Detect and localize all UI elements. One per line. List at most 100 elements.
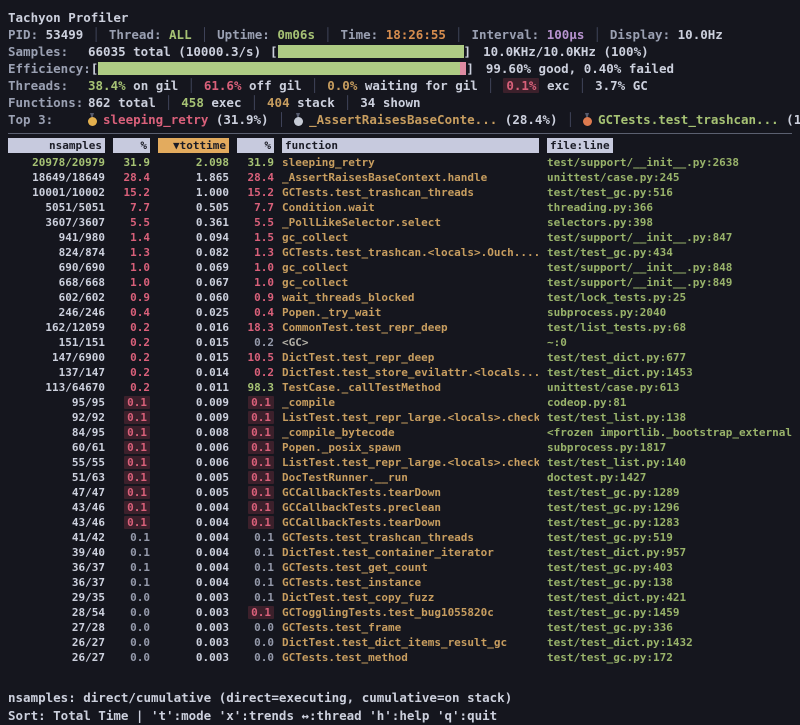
table-row[interactable]: 113/646700.20.01198.3TestCase._callTestM… <box>8 380 792 395</box>
table-row[interactable]: 5051/50517.70.5057.7Condition.waitthread… <box>8 200 792 215</box>
table-row[interactable]: 92/920.10.0090.1ListTest.test_repr_large… <box>8 410 792 425</box>
file-line-cell: test/test_gc.py:434 <box>547 245 792 260</box>
cumulative-pct-cell: 0.1 <box>237 410 274 425</box>
table-row[interactable]: 47/470.10.0050.1GCCallbackTests.tearDown… <box>8 485 792 500</box>
thread-stat: 0.1% exc <box>503 78 569 93</box>
column-header-function[interactable]: function <box>282 138 539 153</box>
cumulative-pct-cell: 0.0 <box>237 635 274 650</box>
nsamples-cell: 26/27 <box>8 635 105 650</box>
tottime-cell: 0.004 <box>158 545 229 560</box>
separator: │ <box>344 95 352 110</box>
direct-pct-cell: 0.9 <box>113 290 150 305</box>
table-row[interactable]: 27/280.00.0030.0GCTests.test_frametest/t… <box>8 620 792 635</box>
file-line-cell: test/test_gc.py:172 <box>547 650 792 665</box>
column-header-file-line[interactable]: file:line <box>547 138 613 153</box>
table-row[interactable]: 824/8741.30.0821.3GCTests.test_trashcan.… <box>8 245 792 260</box>
table-row[interactable]: 41/420.10.0040.1GCTests.test_trashcan_th… <box>8 530 792 545</box>
table-header: nsamples % ▼tottime % function file:line <box>8 138 792 153</box>
separator: │ <box>455 27 463 42</box>
uptime-label: Uptime: <box>217 27 270 42</box>
efficiency-summary: 99.60% good, 0.40% failed <box>486 61 674 76</box>
nsamples-cell: 18649/18649 <box>8 170 105 185</box>
stat-value: 862 <box>88 95 111 110</box>
function-cell: GCTests.test_trashcan_threads <box>282 185 539 200</box>
column-header-nsamples[interactable]: nsamples <box>8 138 105 153</box>
tottime-cell: 0.069 <box>158 260 229 275</box>
table-row[interactable]: 55/550.10.0060.1ListTest.test_repr_large… <box>8 455 792 470</box>
function-cell: DictTest.test_container_iterator <box>282 545 539 560</box>
file-line-cell: doctest.py:1427 <box>547 470 792 485</box>
tottime-cell: 0.006 <box>158 455 229 470</box>
separator: │ <box>201 27 209 42</box>
column-header-tottime-sorted[interactable]: ▼tottime <box>158 138 229 153</box>
function-stat: 404 stack <box>267 95 335 110</box>
table-row[interactable]: 10001/1000215.21.00015.2GCTests.test_tra… <box>8 185 792 200</box>
thread-value[interactable]: ALL <box>169 27 192 42</box>
top-function-name: sleeping_retry <box>103 112 208 127</box>
cumulative-pct-cell: 0.0 <box>237 620 274 635</box>
function-cell: GCCallbackTests.preclean <box>282 500 539 515</box>
table-row[interactable]: 137/1470.20.0140.2DictTest.test_store_ev… <box>8 365 792 380</box>
table-row[interactable]: 941/9801.40.0941.5gc_collecttest/support… <box>8 230 792 245</box>
cumulative-pct-cell: 0.2 <box>237 335 274 350</box>
silver-medal-icon <box>294 113 303 126</box>
cumulative-pct-cell: 0.0 <box>237 650 274 665</box>
table-row[interactable]: 668/6681.00.0671.0gc_collecttest/support… <box>8 275 792 290</box>
efficiency-label: Efficiency: <box>8 61 91 76</box>
function-cell: Condition.wait <box>282 200 539 215</box>
table-row[interactable]: 162/120590.20.01618.3CommonTest.test_rep… <box>8 320 792 335</box>
top-function[interactable]: sleeping_retry (31.9%) <box>88 112 269 127</box>
table-row[interactable]: 95/950.10.0090.1_compilecodeop.py:81 <box>8 395 792 410</box>
table-row[interactable]: 18649/1864928.41.86528.4_AssertRaisesBas… <box>8 170 792 185</box>
column-header-direct-pct[interactable]: % <box>113 138 150 153</box>
file-line-cell: test/test_dict.py:1432 <box>547 635 792 650</box>
display-value: 10.0Hz <box>678 27 723 42</box>
function-cell: GCTests.test_trashcan.<locals>.Ouch.... <box>282 245 539 260</box>
separator: │ <box>324 27 332 42</box>
tottime-cell: 0.008 <box>158 425 229 440</box>
table-row[interactable]: 26/270.00.0030.0GCTests.test_methodtest/… <box>8 650 792 665</box>
top-function[interactable]: GCTests.test_trashcan... (15.2%) <box>583 112 800 127</box>
function-cell: gc_collect <box>282 230 539 245</box>
table-row[interactable]: 147/69000.20.01510.5DictTest.test_repr_d… <box>8 350 792 365</box>
direct-pct-cell: 0.1 <box>113 470 150 485</box>
table-row[interactable]: 36/370.10.0040.1GCTests.test_get_countte… <box>8 560 792 575</box>
table-row[interactable]: 246/2460.40.0250.4Popen._try_waitsubproc… <box>8 305 792 320</box>
file-line-cell: test/test_gc.py:138 <box>547 575 792 590</box>
table-row[interactable]: 602/6020.90.0600.9wait_threads_blockedte… <box>8 290 792 305</box>
direct-pct-cell: 5.5 <box>113 215 150 230</box>
table-row[interactable]: 43/460.10.0040.1GCCallbackTests.tearDown… <box>8 515 792 530</box>
table-row[interactable]: 29/350.00.0030.1DictTest.test_copy_fuzzt… <box>8 590 792 605</box>
nsamples-cell: 92/92 <box>8 410 105 425</box>
table-row[interactable]: 3607/36075.50.3615.5_PollLikeSelector.se… <box>8 215 792 230</box>
function-cell: Popen._try_wait <box>282 305 539 320</box>
bar-close-bracket: ] <box>466 61 474 76</box>
separator: │ <box>187 78 195 93</box>
file-line-cell: test/test_gc.py:1283 <box>547 515 792 530</box>
direct-pct-cell: 0.0 <box>113 635 150 650</box>
top-function[interactable]: _AssertRaisesBaseConte... (28.4%) <box>294 112 557 127</box>
table-row[interactable]: 151/1510.20.0150.2<GC>~:0 <box>8 335 792 350</box>
table-row[interactable]: 84/950.10.0080.1_compile_bytecode<frozen… <box>8 425 792 440</box>
table-row[interactable]: 43/460.10.0040.1GCCallbackTests.preclean… <box>8 500 792 515</box>
table-row[interactable]: 20978/2097931.92.09831.9sleeping_retryte… <box>8 155 792 170</box>
function-cell: DictTest.test_dict_items_result_gc <box>282 635 539 650</box>
nsamples-cell: 36/37 <box>8 560 105 575</box>
column-header-cumulative-pct[interactable]: % <box>237 138 274 153</box>
file-line-cell: test/support/__init__.py:848 <box>547 260 792 275</box>
table-row[interactable]: 60/610.10.0060.1Popen._posix_spawnsubpro… <box>8 440 792 455</box>
direct-pct-cell: 1.3 <box>113 245 150 260</box>
direct-pct-cell: 0.0 <box>113 650 150 665</box>
table-row[interactable]: 39/400.10.0040.1DictTest.test_container_… <box>8 545 792 560</box>
table-row[interactable]: 51/630.10.0050.1DocTestRunner.__rundocte… <box>8 470 792 485</box>
table-row[interactable]: 28/540.00.0030.1GCTogglingTests.test_bug… <box>8 605 792 620</box>
efficiency-bar <box>98 62 466 75</box>
direct-pct-cell: 0.2 <box>113 320 150 335</box>
gold-medal-icon <box>88 113 97 126</box>
nsamples-cell: 20978/20979 <box>8 155 105 170</box>
table-row[interactable]: 690/6901.00.0691.0gc_collecttest/support… <box>8 260 792 275</box>
footer-note: nsamples: direct/cumulative (direct=exec… <box>8 689 792 707</box>
table-row[interactable]: 26/270.00.0030.0DictTest.test_dict_items… <box>8 635 792 650</box>
stat-label: waiting for gil <box>357 78 477 93</box>
table-row[interactable]: 36/370.10.0040.1GCTests.test_instancetes… <box>8 575 792 590</box>
